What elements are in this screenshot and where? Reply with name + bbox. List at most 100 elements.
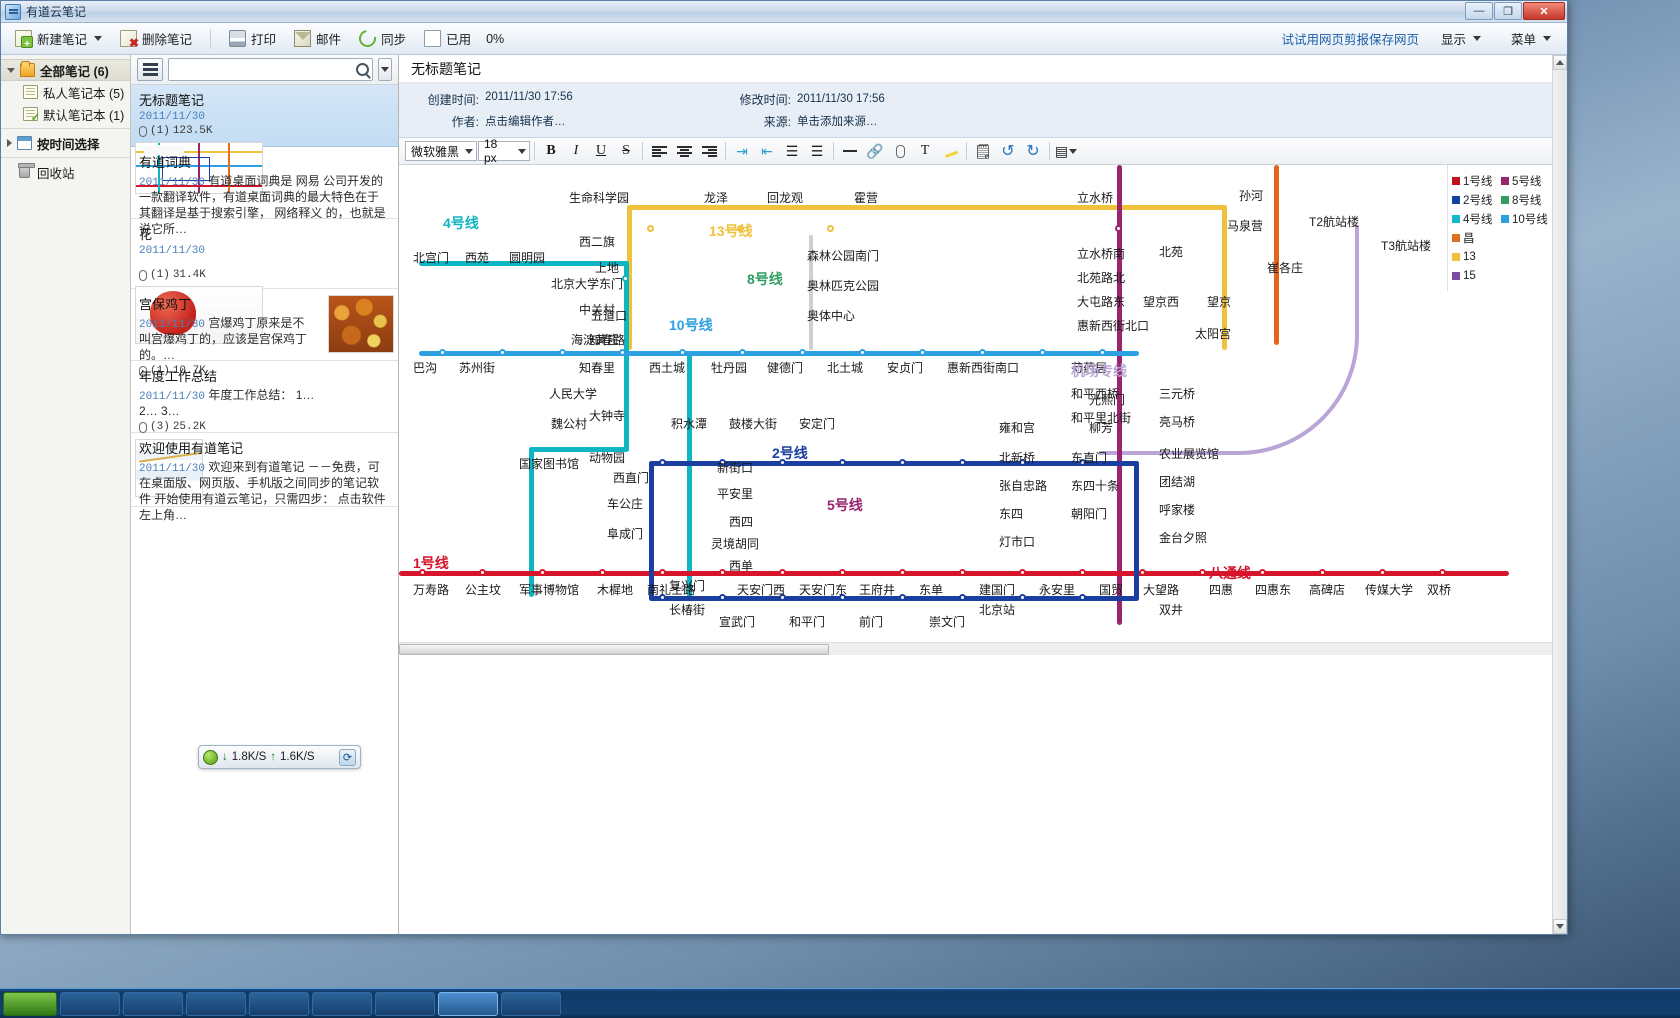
- italic-button[interactable]: I: [564, 140, 588, 162]
- taskbar-item[interactable]: [501, 991, 561, 1016]
- sort-dropdown-button[interactable]: [378, 58, 392, 81]
- metro-station-marker: [959, 569, 966, 576]
- new-note-button[interactable]: 新建笔记: [7, 26, 110, 52]
- taskbar-item[interactable]: [186, 991, 246, 1016]
- metro-station-label: 五道口: [591, 309, 628, 323]
- horizontal-rule-icon[interactable]: [838, 140, 862, 162]
- bullet-list-icon[interactable]: ☰: [780, 140, 804, 162]
- scrollbar-thumb[interactable]: [399, 644, 829, 655]
- metro-station-marker: [599, 569, 606, 576]
- storage-used-percent: 0%: [486, 31, 505, 46]
- metro-line-name: 八通线: [1209, 565, 1251, 581]
- numbered-list-icon[interactable]: ☰: [805, 140, 829, 162]
- content-horizontal-scrollbar[interactable]: [399, 642, 1552, 655]
- scroll-up-button[interactable]: [1553, 55, 1567, 70]
- note-content-canvas[interactable]: 1号线 2号线 4号线 5号线 8号线 10号线 13号线 八通线 机场专线 生命科学园 龙泽 回龙观…: [399, 165, 1567, 934]
- chevron-right-icon[interactable]: [7, 139, 12, 147]
- sidebar-item-all-notes[interactable]: 全部笔记 (6): [1, 59, 130, 81]
- taskbar-item[interactable]: [249, 991, 309, 1016]
- chevron-down-icon[interactable]: [7, 67, 15, 73]
- taskbar-item[interactable]: [123, 991, 183, 1016]
- undo-icon[interactable]: ↺: [996, 140, 1020, 162]
- start-button[interactable]: [3, 991, 57, 1016]
- metro-legend-column: 1号线 2号线 4号线: [1452, 171, 1501, 228]
- note-list-scroll[interactable]: 无标题笔记 2011/11/30 (1) 123.5K 有道词典 2011/11…: [131, 85, 398, 934]
- metro-station-marker: [1319, 569, 1326, 576]
- list-item[interactable]: 宫保鸡丁 2011/11/30 宫爆鸡丁原来是不叫宫爆鸡丁的，应该是宫保鸡丁的。…: [131, 289, 398, 377]
- print-button[interactable]: 打印: [221, 26, 284, 52]
- list-view-toggle-button[interactable]: [137, 58, 163, 81]
- metro-line-name: 4号线: [443, 215, 479, 231]
- attachment-icon[interactable]: [888, 140, 912, 162]
- note-attachment-count: (3): [150, 421, 170, 433]
- sidebar-item-private-notebook[interactable]: 私人笔记本 (5): [1, 81, 130, 103]
- taskbar-item-active[interactable]: [438, 991, 498, 1016]
- refresh-icon[interactable]: ⟳: [339, 748, 356, 766]
- author-value[interactable]: 点击编辑作者…: [485, 113, 566, 130]
- clear-format-icon[interactable]: 🗒: [971, 140, 995, 162]
- format-divider: [833, 142, 834, 160]
- highlight-icon[interactable]: [938, 140, 962, 162]
- metro-station-label: 知春里: [579, 361, 616, 375]
- outdent-icon[interactable]: ⇤: [755, 140, 779, 162]
- metro-station-label: 上地: [595, 261, 620, 275]
- font-size-select[interactable]: 18 px: [478, 137, 530, 165]
- sidebar-item-default-notebook[interactable]: 默认笔记本 (1): [1, 103, 130, 125]
- menu-button[interactable]: 菜单: [1503, 26, 1559, 52]
- note-editor-title[interactable]: 无标题笔记: [399, 55, 1567, 83]
- note-vertical-scrollbar[interactable]: [1552, 55, 1567, 934]
- sync-button[interactable]: 同步: [351, 26, 414, 52]
- delete-note-icon: [120, 30, 139, 50]
- printer-icon: [229, 30, 247, 47]
- search-input[interactable]: [174, 61, 356, 78]
- underline-button[interactable]: U: [589, 140, 613, 162]
- more-icon[interactable]: ▤: [1054, 140, 1078, 162]
- taskbar-item[interactable]: [60, 991, 120, 1016]
- metro-station-label: 宣武门: [719, 615, 756, 629]
- strikethrough-button[interactable]: S: [614, 140, 638, 162]
- indent-icon[interactable]: ⇥: [730, 140, 754, 162]
- list-item[interactable]: 无标题笔记 2011/11/30 (1) 123.5K: [131, 85, 398, 194]
- metro-legend-swatch: [1452, 233, 1460, 242]
- chevron-down-icon[interactable]: [94, 36, 103, 41]
- scroll-down-button[interactable]: [1553, 919, 1567, 934]
- metro-station-label: 灵境胡同: [711, 537, 760, 551]
- font-family-select[interactable]: 微软雅黑: [405, 141, 477, 161]
- sidebar-item-trash[interactable]: 回收站: [1, 161, 130, 183]
- mail-button[interactable]: 邮件: [286, 26, 349, 52]
- list-item[interactable]: 欢迎使用有道笔记 2011/11/30 欢迎来到有道笔记 －－免费，可在桌面版、…: [131, 433, 398, 522]
- link-icon[interactable]: 🔗: [863, 140, 887, 162]
- maximize-button[interactable]: ❐: [1494, 2, 1522, 20]
- metro-line-segment: [419, 351, 1139, 356]
- metro-station-label: 新街口: [717, 461, 754, 475]
- metro-station-label: 传媒大学: [1365, 583, 1414, 597]
- note-size: 25.2K: [172, 421, 206, 433]
- network-speed-widget[interactable]: ↓ 1.8K/S ↑ 1.6K/S ⟳: [198, 745, 361, 769]
- search-icon[interactable]: [356, 63, 369, 76]
- search-box[interactable]: [168, 58, 373, 81]
- align-center-icon[interactable]: [672, 140, 696, 162]
- list-item[interactable]: 有道词典 2011/11/30 有道桌面词典是 网易 公司开发的一款翻译软件，有…: [131, 147, 398, 236]
- metro-station-marker: [559, 349, 566, 356]
- source-value[interactable]: 单击添加来源…: [797, 113, 878, 129]
- metro-station-label: 立水桥: [1077, 191, 1114, 205]
- minimize-button[interactable]: —: [1465, 2, 1493, 20]
- metro-station-label: 鼓楼大街: [729, 417, 778, 431]
- metro-station-marker: [659, 459, 666, 466]
- taskbar-item[interactable]: [375, 991, 435, 1016]
- metro-line-name: 13号线: [709, 223, 753, 239]
- sidebar-item-by-time[interactable]: 按时间选择: [1, 132, 130, 154]
- list-item[interactable]: 花 2011/11/30 (1) 31.4K: [131, 219, 398, 344]
- metro-station-marker: [1439, 569, 1446, 576]
- bold-button[interactable]: B: [539, 140, 563, 162]
- close-button[interactable]: ✕: [1523, 2, 1565, 20]
- redo-icon[interactable]: ↻: [1021, 140, 1045, 162]
- display-menu-button[interactable]: 显示: [1433, 26, 1489, 52]
- webclip-promo-link[interactable]: 试试用网页剪报保存网页: [1281, 29, 1419, 48]
- align-right-icon[interactable]: [697, 140, 721, 162]
- list-item[interactable]: 年度工作总结 2011/11/30 年度工作总结： 1… 2… 3… (3) 2…: [131, 361, 398, 497]
- align-left-icon[interactable]: [647, 140, 671, 162]
- taskbar-item[interactable]: [312, 991, 372, 1016]
- text-color-icon[interactable]: T: [913, 140, 937, 162]
- delete-note-button[interactable]: 删除笔记: [112, 26, 200, 52]
